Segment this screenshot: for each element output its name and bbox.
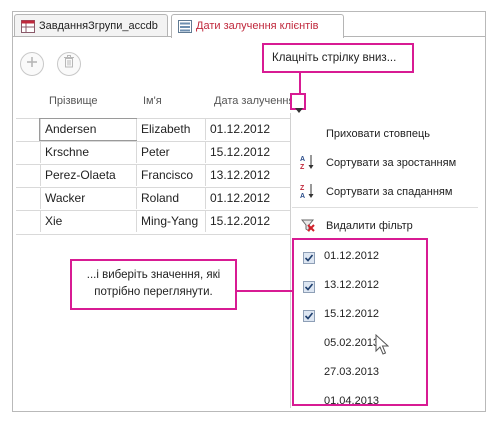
sort-descending-icon: ZA [300,183,316,204]
tab-divider [12,36,171,37]
filter-checkbox[interactable] [303,310,315,322]
cell-date[interactable]: 15.12.2012 [205,211,290,232]
tab-form[interactable]: Дати залучення клієнтів [171,14,344,38]
callout-connector [299,73,301,93]
menu-clear-filter[interactable]: Видалити фільтр [326,220,413,232]
table-row[interactable]: Wacker Roland 01.12.2012 [16,187,290,209]
cell-date[interactable]: 15.12.2012 [205,142,290,163]
delete-record-button[interactable] [57,52,81,76]
column-header-firstname[interactable]: Ім'я [143,95,162,107]
sort-ascending-icon: AZ [300,154,316,175]
cell-firstname[interactable]: Ming-Yang [136,211,205,232]
callout-select-values-text: ...і виберіть значення, які потрібно пер… [86,269,221,298]
tab-divider-right [344,36,485,37]
cell-lastname[interactable]: Andersen [39,118,137,141]
add-record-button[interactable] [20,52,44,76]
tab-table-label: ЗавданняЗгрупи_accdb [39,20,158,32]
filter-checkbox[interactable] [303,252,315,264]
cell-lastname[interactable]: Wacker [40,188,136,209]
mouse-cursor-icon [375,333,390,361]
clear-filter-icon [300,219,315,238]
filter-value-item[interactable]: 05.02.2013 [324,337,379,349]
column-header-date[interactable]: Дата залучення [214,95,294,107]
cell-firstname[interactable]: Roland [136,188,205,209]
filter-value-item[interactable]: 27.03.2013 [324,366,379,378]
cell-lastname[interactable]: Krschne [40,142,136,163]
table-row[interactable]: Xie Ming-Yang 15.12.2012 [16,210,290,232]
cell-lastname[interactable]: Xie [40,211,136,232]
form-icon [178,19,192,33]
table-icon [21,19,35,33]
cell-firstname[interactable]: Francisco [136,165,205,186]
trash-icon [63,55,75,73]
column-dropdown-button[interactable] [290,93,306,113]
cell-date[interactable]: 01.12.2012 [205,188,290,209]
callout-select-values: ...і виберіть значення, які потрібно пер… [70,259,237,310]
cell-firstname[interactable]: Elizabeth [136,119,205,140]
menu-sort-descending[interactable]: Сортувати за спаданням [326,186,452,198]
callout-click-arrow-text: Клацніть стрілку вниз... [272,52,397,64]
callout-connector-left [236,290,292,292]
filter-value-item[interactable]: 13.12.2012 [324,279,379,291]
tab-table[interactable]: ЗавданняЗгрупи_accdb [14,14,168,36]
tab-form-label: Дати залучення клієнтів [196,20,319,32]
cell-lastname[interactable]: Perez-Olaeta [40,165,136,186]
table-bottom-line [16,234,290,235]
column-header-lastname[interactable]: Прізвище [49,95,98,107]
svg-text:Z: Z [300,185,305,192]
cell-date[interactable]: 13.12.2012 [205,165,290,186]
filter-value-item[interactable]: 01.12.2012 [324,250,379,262]
menu-hide-column[interactable]: Приховати стовпець [326,128,430,140]
menu-sort-ascending[interactable]: Сортувати за зростанням [326,157,456,169]
svg-text:A: A [300,156,305,163]
menu-separator [292,207,478,208]
callout-click-arrow: Клацніть стрілку вниз... [262,43,414,73]
table-row[interactable]: Andersen Elizabeth 01.12.2012 [16,118,290,141]
svg-text:A: A [300,193,305,199]
filter-value-item[interactable]: 01.04.2013 [324,395,379,407]
table-row[interactable]: Krschne Peter 15.12.2012 [16,141,290,163]
cell-firstname[interactable]: Peter [136,142,205,163]
table-row[interactable]: Perez-Olaeta Francisco 13.12.2012 [16,164,290,186]
plus-icon [26,55,38,73]
filter-checkbox[interactable] [303,281,315,293]
cell-date[interactable]: 01.12.2012 [205,119,290,140]
svg-text:Z: Z [300,164,305,170]
filter-value-item[interactable]: 15.12.2012 [324,308,379,320]
